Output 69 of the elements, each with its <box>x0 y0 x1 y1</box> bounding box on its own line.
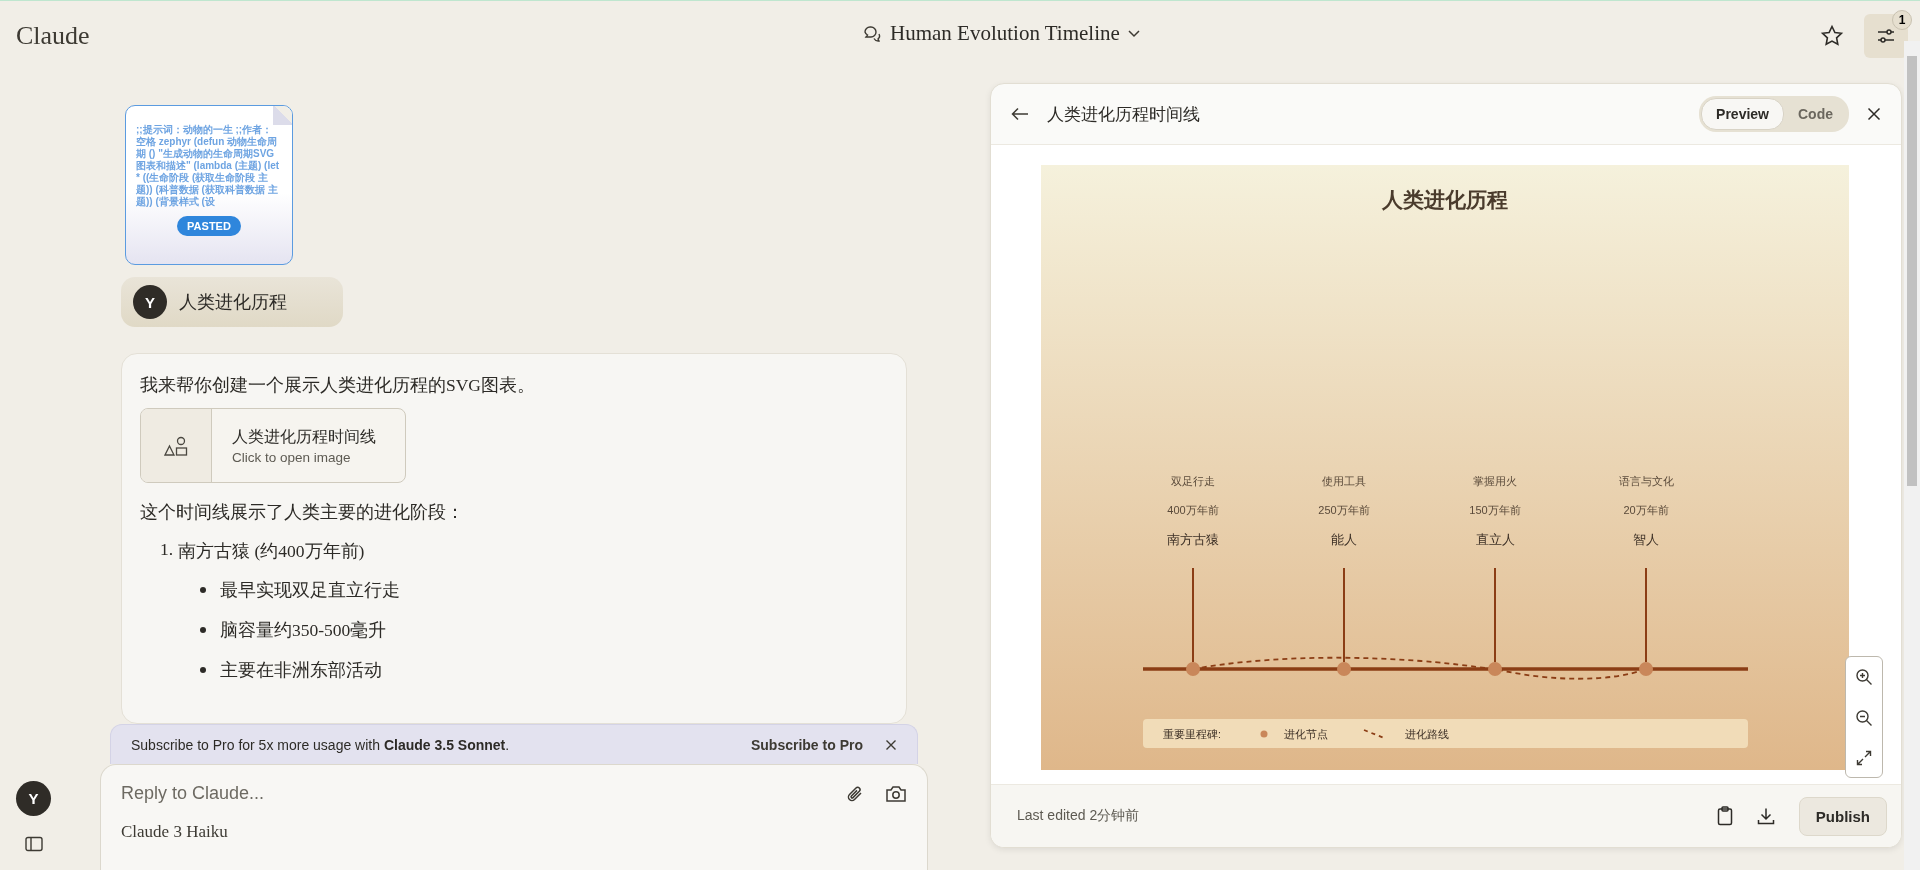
bullet-icon <box>200 627 206 633</box>
time-label: 150万年前 <box>1469 504 1521 516</box>
time-label: 400万年前 <box>1167 504 1219 516</box>
zoom-out-icon[interactable] <box>1855 709 1873 727</box>
back-arrow-icon[interactable] <box>1011 107 1029 121</box>
message-text: 我来帮你创建一个展示人类进化历程的SVG图表。 <box>140 374 536 397</box>
legend-title: 重要里程碑: <box>1163 728 1221 740</box>
milestone-node <box>1186 662 1200 676</box>
clipboard-icon[interactable] <box>1716 806 1733 826</box>
list-number: 1. <box>160 539 174 561</box>
user-avatar: Y <box>133 285 167 320</box>
reply-input[interactable]: Reply to Claude... <box>121 779 825 808</box>
time-label: 20万年前 <box>1623 504 1669 516</box>
species-label: 直立人 <box>1475 533 1515 547</box>
message-text: 人类进化历程 <box>179 291 287 315</box>
banner-text: Subscribe to Pro for 5x more usage with Claude 3.5 Sonnet. <box>131 736 510 753</box>
artifact-card[interactable]: 人类进化历程时间线 Click to open image <box>140 408 406 483</box>
event-label: 语言与文化 <box>1618 475 1674 487</box>
species-label: 能人 <box>1331 533 1357 547</box>
legend-route-icon <box>1363 729 1385 739</box>
event-label: 掌握用火 <box>1473 475 1517 487</box>
bullet-text: 主要在非洲东部活动 <box>220 659 382 682</box>
time-label: 250万年前 <box>1318 504 1370 516</box>
event-label: 使用工具 <box>1322 475 1366 487</box>
close-icon[interactable] <box>1867 107 1881 121</box>
milestone-node <box>1639 662 1653 676</box>
panel-title: 人类进化历程时间线 <box>1047 103 1200 126</box>
message-text: 这个时间线展示了人类主要的进化阶段： <box>140 501 465 524</box>
scrollbar[interactable] <box>1904 41 1920 870</box>
publish-button[interactable]: Publish <box>1798 796 1887 836</box>
pasted-card[interactable]: ;;提示词：动物的一生 ;;作者：空格 zephyr (defun 动物生命周期 () "生成动物的生命周期SVG图表和描述" (lambda (主题) (let* ((生命阶段 (获取生命阶段 主题)) (科普数据 (获取科普数据 主题)) (背景样式 (设 PASTED <box>125 105 293 266</box>
legend-label: 进化节点 <box>1284 728 1328 740</box>
subscribe-link[interactable]: Subscribe to Pro <box>750 736 863 753</box>
pasted-preview: ;;提示词：动物的一生 ;;作者：空格 zephyr (defun 动物生命周期 () "生成动物的生命周期SVG图表和描述" (lambda (主题) (let* ((生命阶段 (获取生命阶段 主题)) (科普数据 (获取科普数据 主题)) (背景样式 (设 <box>136 124 281 208</box>
bullet-icon <box>200 587 206 593</box>
notification-badge: 1 <box>1892 10 1912 30</box>
sidebar-toggle-icon[interactable] <box>25 836 43 852</box>
user-avatar[interactable]: Y <box>16 781 51 816</box>
last-edited-text: Last edited 2分钟前 <box>1017 807 1140 825</box>
chevron-down-icon[interactable] <box>1127 29 1140 38</box>
bullet-icon <box>200 667 206 673</box>
folded-corner <box>273 106 292 125</box>
legend-label: 进化路线 <box>1405 728 1449 740</box>
diagram-title: 人类进化历程 <box>1382 188 1508 211</box>
camera-icon[interactable] <box>885 783 907 804</box>
species-label: 南方古猿 <box>1167 533 1219 547</box>
model-selector[interactable]: Claude 3 Haiku <box>121 822 228 842</box>
bullet-text: 最早实现双足直立行走 <box>220 579 400 602</box>
expand-icon[interactable] <box>1856 749 1872 766</box>
shapes-icon <box>164 434 188 457</box>
chat-title-button[interactable]: Human Evolution Timeline <box>890 21 1120 46</box>
bullet-text: 脑容量约350-500毫升 <box>220 619 387 642</box>
zoom-in-icon[interactable] <box>1855 668 1873 687</box>
milestone-node <box>1488 662 1502 676</box>
artifact-title: 人类进化历程时间线 <box>232 426 376 447</box>
artifact-subtitle: Click to open image <box>232 449 352 465</box>
view-tab[interactable]: Preview <box>1701 98 1784 130</box>
pasted-tag: PASTED <box>177 216 241 236</box>
event-label: 双足行走 <box>1171 475 1215 487</box>
legend-node-icon <box>1260 730 1268 738</box>
list-item-text: 南方古猿 (约400万年前) <box>178 540 365 563</box>
star-icon[interactable] <box>1820 24 1844 48</box>
close-icon[interactable] <box>885 738 897 751</box>
species-label: 智人 <box>1633 533 1659 547</box>
download-icon[interactable] <box>1756 807 1775 825</box>
chat-icon <box>862 23 882 44</box>
milestone-node <box>1337 662 1351 676</box>
view-tab[interactable]: Code <box>1784 98 1847 130</box>
app-logo[interactable]: Claude <box>16 21 90 51</box>
